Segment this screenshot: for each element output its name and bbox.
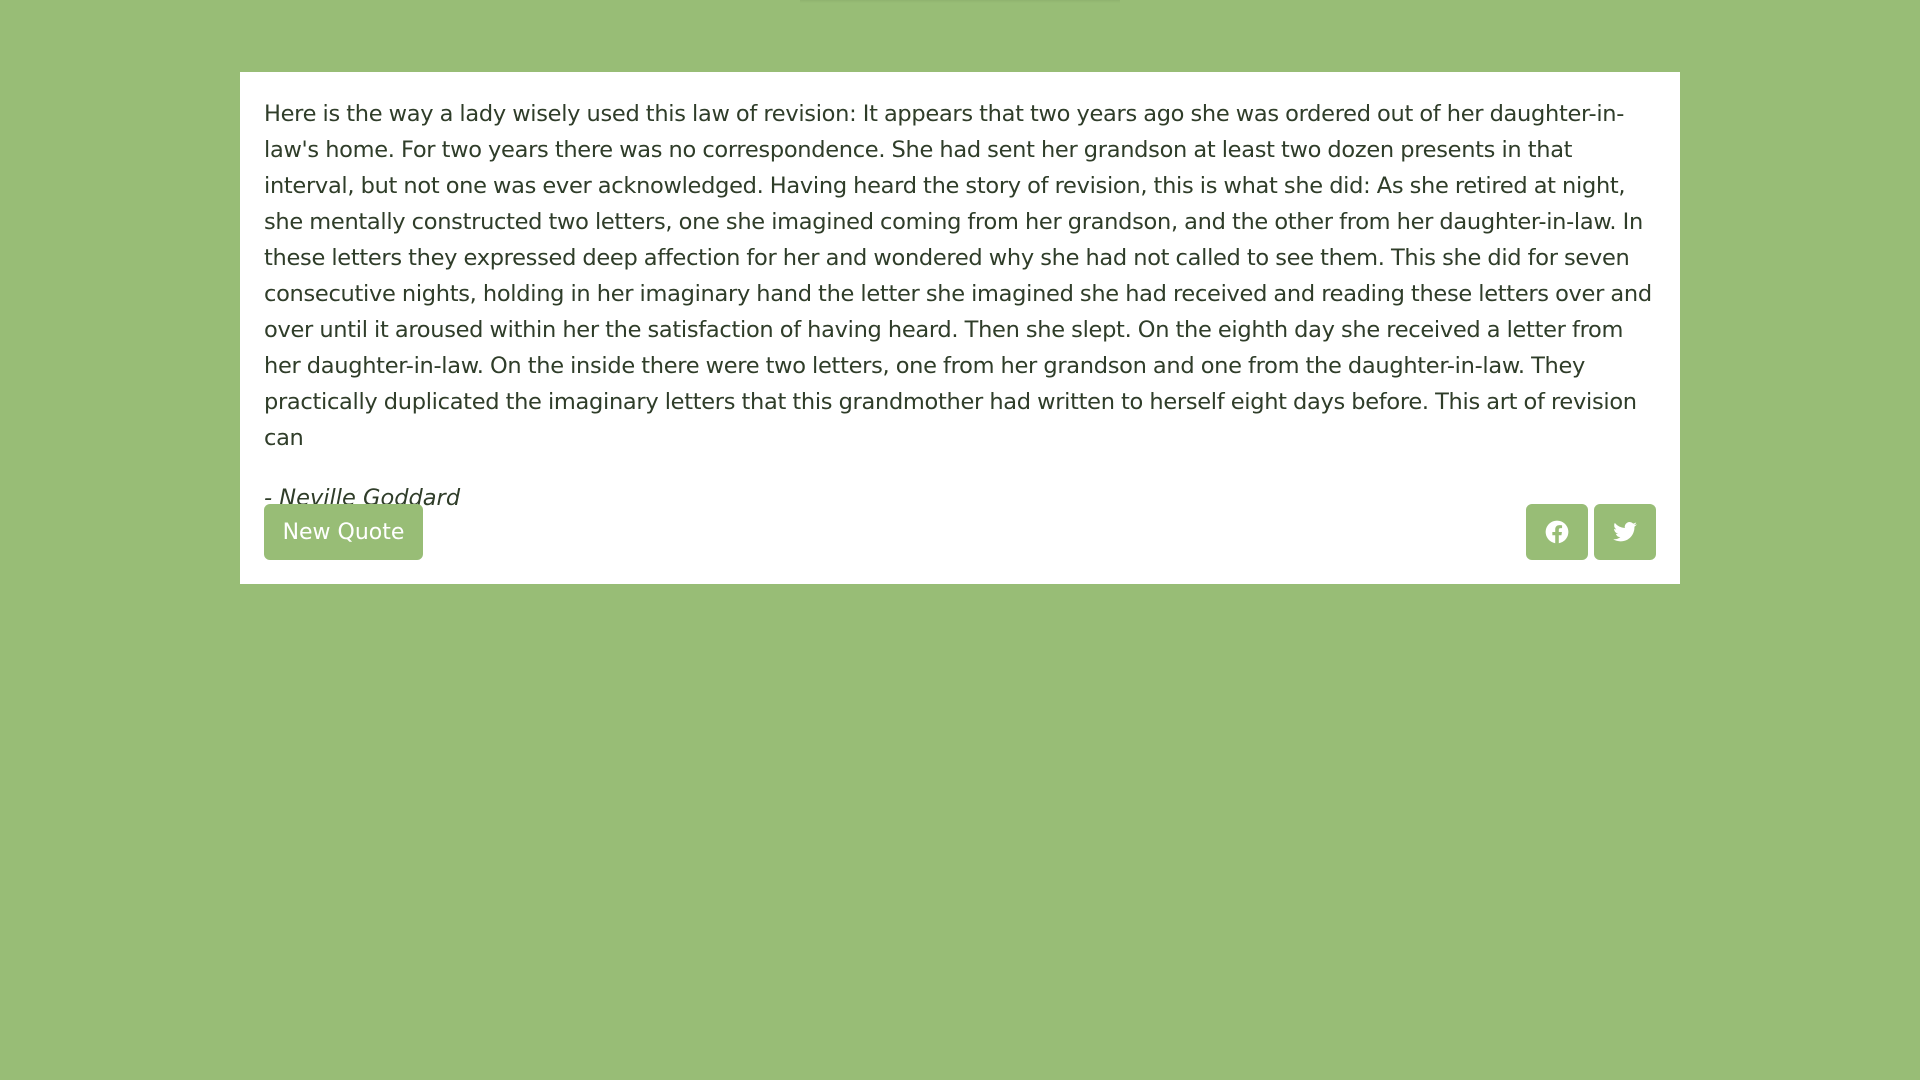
new-quote-button[interactable]: New Quote: [264, 504, 423, 560]
twitter-icon: [1612, 519, 1638, 545]
quote-card: Here is the way a lady wisely used this …: [240, 72, 1680, 584]
top-shadow: [800, 0, 1120, 3]
twitter-share-button[interactable]: [1594, 504, 1656, 560]
quote-actions: New Quote: [264, 504, 1656, 560]
facebook-share-button[interactable]: [1526, 504, 1588, 560]
quote-text: Here is the way a lady wisely used this …: [264, 101, 1652, 451]
facebook-icon: [1544, 519, 1570, 545]
